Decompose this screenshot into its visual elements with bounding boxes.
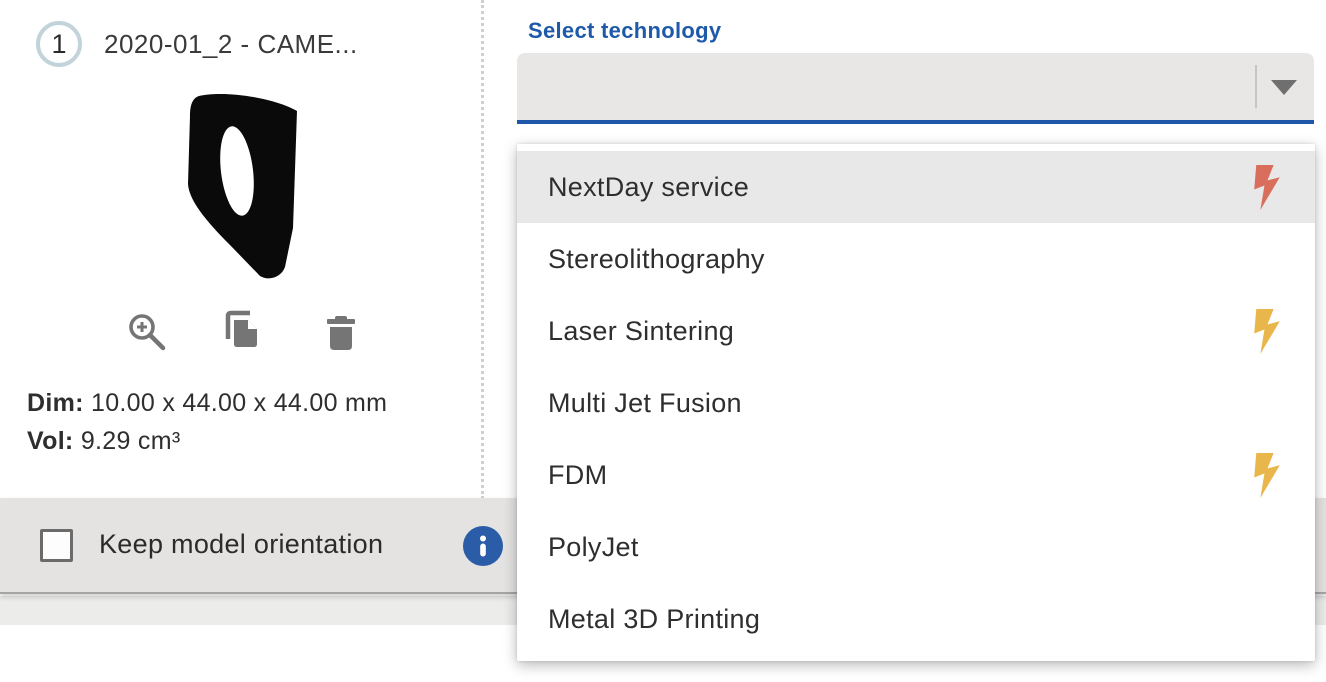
- technology-option-laser-sintering[interactable]: Laser Sintering: [517, 295, 1315, 367]
- model-index-badge: 1: [36, 21, 82, 67]
- select-technology-label[interactable]: Select technology: [528, 18, 721, 44]
- technology-option-label: FDM: [548, 460, 607, 491]
- technology-select[interactable]: [517, 53, 1314, 124]
- vol-value: 9.29 cm³: [81, 427, 181, 455]
- technology-option-nextday-service[interactable]: NextDay service: [517, 151, 1315, 223]
- copy-icon: [219, 308, 261, 350]
- dim-value: 10.00 x 44.00 x 44.00 mm: [91, 389, 387, 417]
- delete-model-button[interactable]: [320, 312, 362, 354]
- lightning-bolt-icon: [1254, 309, 1281, 354]
- technology-option-label: Multi Jet Fusion: [548, 388, 742, 419]
- dim-label: Dim:: [27, 389, 84, 417]
- keep-orientation-label: Keep model orientation: [99, 529, 383, 560]
- orientation-info-button[interactable]: [463, 526, 503, 566]
- lightning-bolt-icon: [1254, 453, 1281, 498]
- technology-option-fdm[interactable]: FDM: [517, 439, 1315, 511]
- technology-option-label: Metal 3D Printing: [548, 604, 760, 635]
- info-icon: [463, 526, 503, 566]
- technology-option-stereolithography[interactable]: Stereolithography: [517, 223, 1315, 295]
- trash-icon: [320, 312, 362, 354]
- technology-option-label: Stereolithography: [548, 244, 765, 275]
- technology-option-metal-3d-printing[interactable]: Metal 3D Printing: [517, 583, 1315, 655]
- chevron-down-icon: [1271, 80, 1297, 95]
- keep-orientation-checkbox[interactable]: [40, 529, 73, 562]
- technology-option-label: NextDay service: [548, 172, 749, 203]
- model-card: 1 2020-01_2 - CAME... Dim: 10.00 x 44.: [0, 0, 484, 499]
- technology-option-label: Laser Sintering: [548, 316, 734, 347]
- model-volume: Vol: 9.29 cm³: [27, 427, 180, 456]
- technology-option-multi-jet-fusion[interactable]: Multi Jet Fusion: [517, 367, 1315, 439]
- select-divider: [1255, 65, 1257, 108]
- lightning-bolt-icon: [1254, 165, 1281, 210]
- vol-label: Vol:: [27, 427, 74, 455]
- model-index: 1: [51, 29, 66, 60]
- model-dimensions: Dim: 10.00 x 44.00 x 44.00 mm: [27, 389, 387, 418]
- model-title: 2020-01_2 - CAME...: [104, 29, 358, 60]
- zoom-model-button[interactable]: [126, 312, 168, 354]
- model-thumbnail-image: [185, 88, 315, 288]
- technology-option-polyjet[interactable]: PolyJet: [517, 511, 1315, 583]
- duplicate-model-button[interactable]: [219, 308, 261, 350]
- technology-option-label: PolyJet: [548, 532, 639, 563]
- magnifier-plus-icon: [126, 312, 168, 354]
- technology-dropdown: NextDay service Stereolithography Laser …: [517, 144, 1315, 661]
